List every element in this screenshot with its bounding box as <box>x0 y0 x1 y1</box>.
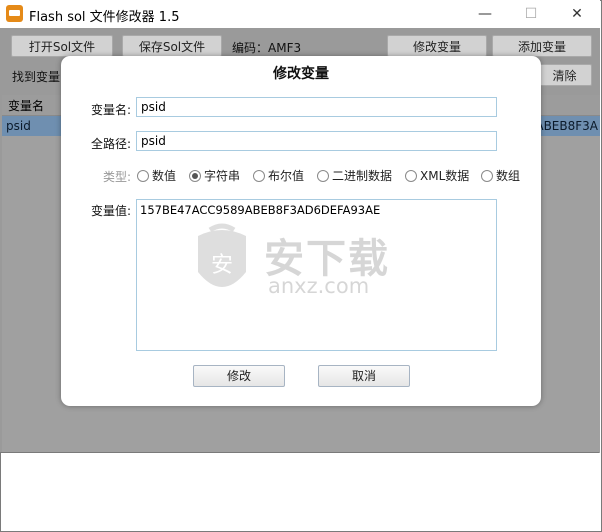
dialog-title: 修改变量 <box>273 66 329 82</box>
close-button[interactable]: ✕ <box>554 0 600 28</box>
radio-icon <box>481 169 493 182</box>
radio-icon <box>253 169 265 182</box>
open-sol-button[interactable]: 打开Sol文件 <box>11 35 113 57</box>
minimize-button[interactable]: — <box>462 0 508 28</box>
encoding-label: 编码：AMF3 <box>232 41 302 55</box>
watermark-en-text: anxz.com <box>268 274 370 298</box>
type-radio-binary[interactable]: 二进制数据 <box>317 167 392 184</box>
watermark-logo: 安 安下载 anxz.com <box>192 222 442 304</box>
value-label: 变量值: <box>90 204 131 218</box>
type-radio-number[interactable]: 数值 <box>137 167 176 184</box>
title-bar: Flash sol 文件修改器 1.5 — ☐ ✕ <box>0 0 600 28</box>
found-variable-label: 找到变量 <box>12 70 61 84</box>
name-input[interactable] <box>136 97 497 117</box>
radio-icon <box>405 169 417 182</box>
bottom-panel <box>1 452 599 530</box>
column-header-name: 变量名 <box>8 99 45 113</box>
name-label: 变量名: <box>90 103 131 117</box>
type-radio-string[interactable]: 字符串 <box>189 167 240 184</box>
row-name: psid <box>6 119 31 133</box>
clear-button[interactable]: 清除 <box>537 64 592 86</box>
modify-variable-button[interactable]: 修改变量 <box>387 35 487 57</box>
full-path-label: 全路径: <box>90 137 131 151</box>
save-sol-button[interactable]: 保存Sol文件 <box>122 35 222 57</box>
type-radio-boolean[interactable]: 布尔值 <box>253 167 304 184</box>
add-variable-button[interactable]: 添加变量 <box>492 35 592 57</box>
window-title: Flash sol 文件修改器 1.5 <box>29 10 180 25</box>
full-path-input[interactable] <box>136 131 497 151</box>
app-icon <box>6 5 23 22</box>
radio-checked-icon <box>189 169 201 182</box>
type-radio-array[interactable]: 数组 <box>481 167 520 184</box>
radio-icon <box>317 169 329 182</box>
cancel-button[interactable]: 取消 <box>318 365 410 387</box>
radio-icon <box>137 169 149 182</box>
type-radio-xml[interactable]: XML数据 <box>405 167 469 184</box>
type-label: 类型: <box>102 170 131 184</box>
modify-button[interactable]: 修改 <box>193 365 285 387</box>
maximize-button[interactable]: ☐ <box>508 0 554 28</box>
watermark-shield-char: 安 <box>211 253 233 278</box>
